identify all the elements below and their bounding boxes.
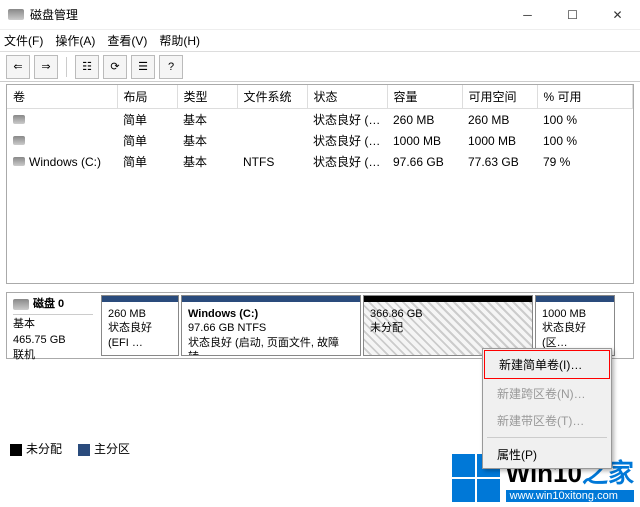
col-status[interactable]: 状态	[307, 85, 387, 109]
forward-button[interactable]: ⇒	[34, 55, 58, 79]
menu-new-simple-volume[interactable]: 新建简单卷(I)…	[484, 350, 610, 379]
disk-info[interactable]: 磁盘 0 基本 465.75 GB 联机	[7, 293, 99, 358]
partition[interactable]: 1000 MB状态良好 (区…	[535, 295, 615, 356]
minimize-button[interactable]: ─	[505, 0, 550, 30]
menu-view[interactable]: 查看(V)	[107, 32, 147, 49]
menu-new-spanned-volume: 新建跨区卷(N)…	[483, 380, 611, 407]
menu-action[interactable]: 操作(A)	[55, 32, 95, 49]
col-volume[interactable]: 卷	[7, 85, 117, 109]
table-header-row: 卷 布局 类型 文件系统 状态 容量 可用空间 % 可用	[7, 85, 633, 109]
watermark-url: www.win10xitong.com	[506, 490, 634, 502]
volume-list: 卷 布局 类型 文件系统 状态 容量 可用空间 % 可用 简单基本状态良好 (……	[6, 84, 634, 284]
maximize-button[interactable]: ☐	[550, 0, 595, 30]
disk-icon	[13, 299, 29, 310]
partition[interactable]: 366.86 GB未分配	[363, 295, 533, 356]
separator	[66, 57, 67, 77]
title-bar: 磁盘管理 ─ ☐ ✕	[0, 0, 640, 30]
table-row[interactable]: Windows (C:)简单基本NTFS状态良好 (…97.66 GB77.63…	[7, 151, 633, 172]
close-button[interactable]: ✕	[595, 0, 640, 30]
col-fs[interactable]: 文件系统	[237, 85, 307, 109]
menu-properties[interactable]: 属性(P)	[483, 441, 611, 468]
back-button[interactable]: ⇐	[6, 55, 30, 79]
col-type[interactable]: 类型	[177, 85, 237, 109]
partition[interactable]: Windows (C:)97.66 GB NTFS状态良好 (启动, 页面文件,…	[181, 295, 361, 356]
col-layout[interactable]: 布局	[117, 85, 177, 109]
disk-size: 465.75 GB	[13, 333, 93, 348]
separator	[487, 437, 607, 438]
table-row[interactable]: 简单基本状态良好 (…1000 MB1000 MB100 %	[7, 130, 633, 151]
col-capacity[interactable]: 容量	[387, 85, 462, 109]
legend-unallocated: 未分配	[10, 440, 62, 457]
toolbar-button[interactable]: ☷	[75, 55, 99, 79]
legend-primary: 主分区	[78, 440, 130, 457]
refresh-button[interactable]: ⟳	[103, 55, 127, 79]
table-row[interactable]: 简单基本状态良好 (…260 MB260 MB100 %	[7, 109, 633, 131]
disk-state: 联机	[13, 348, 93, 363]
menu-bar: 文件(F) 操作(A) 查看(V) 帮助(H)	[0, 30, 640, 52]
col-pct[interactable]: % 可用	[537, 85, 633, 109]
menu-new-striped-volume: 新建带区卷(T)…	[483, 407, 611, 434]
toolbar: ⇐ ⇒ ☷ ⟳ ☰ ?	[0, 52, 640, 82]
legend: 未分配 主分区	[10, 440, 130, 457]
context-menu: 新建简单卷(I)… 新建跨区卷(N)… 新建带区卷(T)… 属性(P)	[482, 348, 612, 469]
col-free[interactable]: 可用空间	[462, 85, 537, 109]
help-button[interactable]: ?	[159, 55, 183, 79]
menu-help[interactable]: 帮助(H)	[159, 32, 200, 49]
menu-file[interactable]: 文件(F)	[4, 32, 43, 49]
toolbar-button[interactable]: ☰	[131, 55, 155, 79]
disk-type: 基本	[13, 317, 93, 332]
window-title: 磁盘管理	[30, 6, 505, 23]
app-icon	[8, 7, 24, 23]
partition[interactable]: 260 MB状态良好 (EFI …	[101, 295, 179, 356]
disk-name: 磁盘 0	[33, 297, 64, 312]
